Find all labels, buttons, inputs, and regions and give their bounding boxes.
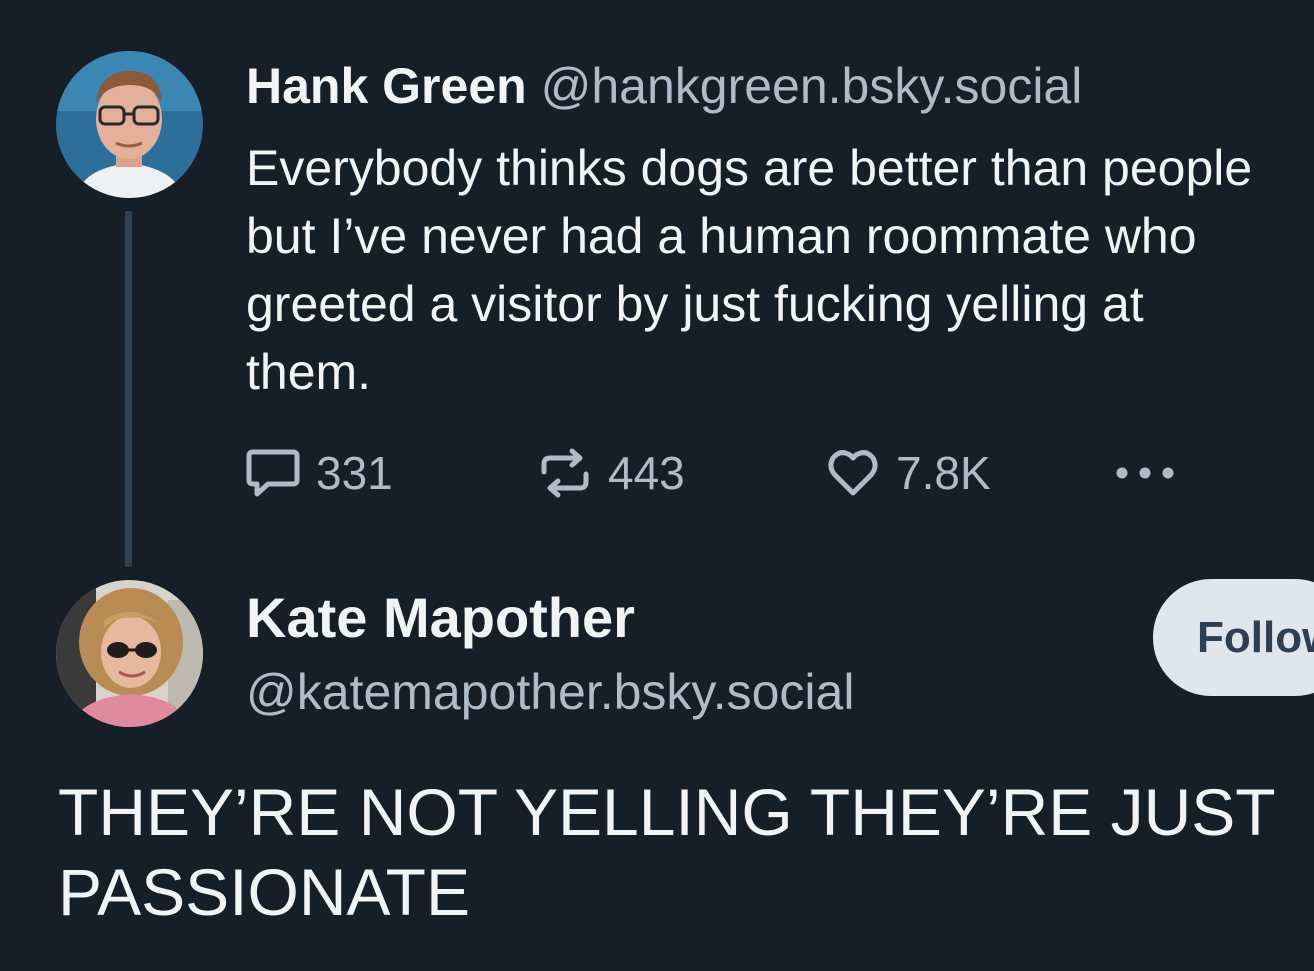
original-post-header: Hank Green @hankgreen.bsky.social xyxy=(246,56,1082,116)
like-button[interactable]: 7.8K xyxy=(826,440,991,506)
like-count: 7.8K xyxy=(896,447,991,499)
author-display-name[interactable]: Hank Green xyxy=(246,58,527,114)
reply-button[interactable]: 331 xyxy=(246,440,393,506)
speech-bubble-icon xyxy=(246,449,300,497)
repost-button[interactable]: 443 xyxy=(538,440,685,506)
original-post-text: Everybody thinks dogs are better than pe… xyxy=(246,140,1253,400)
follow-button[interactable]: Follow xyxy=(1153,579,1314,696)
repost-count: 443 xyxy=(608,447,685,499)
avatar-hank-green[interactable] xyxy=(56,51,203,198)
reply-author-display-name[interactable]: Kate Mapother xyxy=(246,586,635,650)
author-handle[interactable]: @hankgreen.bsky.social xyxy=(541,58,1083,114)
more-options-button[interactable] xyxy=(1114,440,1192,506)
repost-arrows-icon xyxy=(541,448,589,498)
ellipsis-icon xyxy=(1116,467,1174,479)
post-actions: 331 443 7.8K xyxy=(246,440,1196,506)
avatar-kate-mapother[interactable] xyxy=(56,580,203,727)
heart-icon xyxy=(828,450,878,496)
thread-connector-line xyxy=(125,211,132,567)
reply-post-text: THEY’RE NOT YELLING THEY’RE JUST PASSION… xyxy=(58,775,1275,929)
reply-author-handle[interactable]: @katemapother.bsky.social xyxy=(246,662,854,722)
avatar-photo-icon xyxy=(56,580,203,727)
reply-count: 331 xyxy=(316,447,393,499)
avatar-photo-icon xyxy=(56,51,203,198)
